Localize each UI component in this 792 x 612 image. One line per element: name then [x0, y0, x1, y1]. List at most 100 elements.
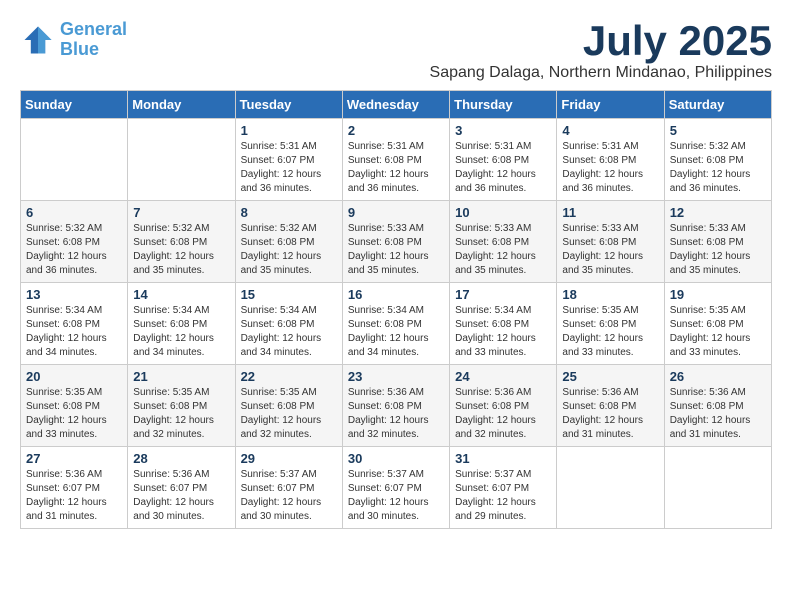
calendar-cell: 23Sunrise: 5:36 AM Sunset: 6:08 PM Dayli…: [342, 365, 449, 447]
day-info: Sunrise: 5:34 AM Sunset: 6:08 PM Dayligh…: [348, 304, 444, 360]
day-number: 19: [670, 287, 766, 302]
day-number: 27: [26, 451, 122, 466]
calendar-cell: 10Sunrise: 5:33 AM Sunset: 6:08 PM Dayli…: [450, 201, 557, 283]
day-number: 26: [670, 369, 766, 384]
day-info: Sunrise: 5:31 AM Sunset: 6:08 PM Dayligh…: [455, 140, 551, 196]
calendar-week-row: 1 Sunrise: 5:31 AM Sunset: 6:07 PM Daylig…: [21, 119, 772, 201]
day-info: Sunrise: 5:31 AM Sunset: 6:07 PM Dayligh…: [241, 140, 337, 196]
calendar-cell: 18 Sunrise: 5:35 AM Sunset: 6:08 PM Dayli…: [557, 283, 664, 365]
day-info: Sunrise: 5:35 AM Sunset: 6:08 PM Dayligh…: [26, 386, 122, 442]
calendar-cell: 8 Sunrise: 5:32 AM Sunset: 6:08 PM Daylig…: [235, 201, 342, 283]
day-info: Sunrise: 5:37 AM Sunset: 6:07 PM Dayligh…: [348, 468, 444, 524]
calendar-cell: 5 Sunrise: 5:32 AM Sunset: 6:08 PM Daylig…: [664, 119, 771, 201]
day-info: Sunrise: 5:34 AM Sunset: 6:08 PM Dayligh…: [455, 304, 551, 360]
day-info: Sunrise: 5:33 AM Sunset: 6:08 PM Dayligh…: [348, 222, 444, 278]
day-number: 7: [133, 205, 229, 220]
weekday-header-row: SundayMondayTuesdayWednesdayThursdayFrid…: [21, 91, 772, 119]
weekday-header-cell: Thursday: [450, 91, 557, 119]
day-number: 8: [241, 205, 337, 220]
logo-blue: Blue: [60, 39, 99, 59]
day-info: Sunrise: 5:36 AM Sunset: 6:07 PM Dayligh…: [26, 468, 122, 524]
calendar-cell: 11 Sunrise: 5:33 AM Sunset: 6:08 PM Dayli…: [557, 201, 664, 283]
location: Sapang Dalaga, Northern Mindanao, Philip…: [430, 64, 772, 82]
day-info: Sunrise: 5:36 AM Sunset: 6:08 PM Dayligh…: [348, 386, 444, 442]
day-info: Sunrise: 5:37 AM Sunset: 6:07 PM Dayligh…: [241, 468, 337, 524]
calendar-cell: 19 Sunrise: 5:35 AM Sunset: 6:08 PM Dayli…: [664, 283, 771, 365]
day-number: 25: [562, 369, 658, 384]
day-number: 17: [455, 287, 551, 302]
calendar-table: SundayMondayTuesdayWednesdayThursdayFrid…: [20, 90, 772, 529]
calendar-week-row: 20 Sunrise: 5:35 AM Sunset: 6:08 PM Dayli…: [21, 365, 772, 447]
day-info: Sunrise: 5:35 AM Sunset: 6:08 PM Dayligh…: [562, 304, 658, 360]
calendar-cell: 15Sunrise: 5:34 AM Sunset: 6:08 PM Dayli…: [235, 283, 342, 365]
day-info: Sunrise: 5:36 AM Sunset: 6:07 PM Dayligh…: [133, 468, 229, 524]
calendar-week-row: 13 Sunrise: 5:34 AM Sunset: 6:08 PM Dayli…: [21, 283, 772, 365]
day-info: Sunrise: 5:33 AM Sunset: 6:08 PM Dayligh…: [562, 222, 658, 278]
day-number: 28: [133, 451, 229, 466]
calendar-cell: 13 Sunrise: 5:34 AM Sunset: 6:08 PM Dayli…: [21, 283, 128, 365]
calendar-cell: 3 Sunrise: 5:31 AM Sunset: 6:08 PM Daylig…: [450, 119, 557, 201]
day-number: 3: [455, 123, 551, 138]
day-number: 20: [26, 369, 122, 384]
logo-text: General Blue: [60, 20, 127, 60]
day-info: Sunrise: 5:32 AM Sunset: 6:08 PM Dayligh…: [241, 222, 337, 278]
day-number: 21: [133, 369, 229, 384]
day-info: Sunrise: 5:34 AM Sunset: 6:08 PM Dayligh…: [26, 304, 122, 360]
day-number: 1: [241, 123, 337, 138]
day-info: Sunrise: 5:32 AM Sunset: 6:08 PM Dayligh…: [670, 140, 766, 196]
day-number: 18: [562, 287, 658, 302]
day-info: Sunrise: 5:31 AM Sunset: 6:08 PM Dayligh…: [562, 140, 658, 196]
day-number: 2: [348, 123, 444, 138]
calendar-cell: 25 Sunrise: 5:36 AM Sunset: 6:08 PM Dayli…: [557, 365, 664, 447]
day-number: 24: [455, 369, 551, 384]
title-block: July 2025 Sapang Dalaga, Northern Mindan…: [430, 20, 772, 82]
day-info: Sunrise: 5:32 AM Sunset: 6:08 PM Dayligh…: [26, 222, 122, 278]
day-number: 6: [26, 205, 122, 220]
weekday-header-cell: Monday: [128, 91, 235, 119]
page-header: General Blue July 2025 Sapang Dalaga, No…: [20, 20, 772, 82]
day-info: Sunrise: 5:31 AM Sunset: 6:08 PM Dayligh…: [348, 140, 444, 196]
calendar-cell: 12Sunrise: 5:33 AM Sunset: 6:08 PM Dayli…: [664, 201, 771, 283]
calendar-cell: 17 Sunrise: 5:34 AM Sunset: 6:08 PM Dayli…: [450, 283, 557, 365]
day-number: 5: [670, 123, 766, 138]
calendar-cell: [664, 447, 771, 529]
weekday-header-cell: Sunday: [21, 91, 128, 119]
day-info: Sunrise: 5:36 AM Sunset: 6:08 PM Dayligh…: [670, 386, 766, 442]
day-number: 31: [455, 451, 551, 466]
calendar-cell: 7Sunrise: 5:32 AM Sunset: 6:08 PM Daylig…: [128, 201, 235, 283]
day-number: 12: [670, 205, 766, 220]
weekday-header-cell: Tuesday: [235, 91, 342, 119]
day-number: 16: [348, 287, 444, 302]
day-info: Sunrise: 5:36 AM Sunset: 6:08 PM Dayligh…: [562, 386, 658, 442]
day-info: Sunrise: 5:35 AM Sunset: 6:08 PM Dayligh…: [133, 386, 229, 442]
calendar-week-row: 27 Sunrise: 5:36 AM Sunset: 6:07 PM Dayli…: [21, 447, 772, 529]
calendar-cell: 30Sunrise: 5:37 AM Sunset: 6:07 PM Dayli…: [342, 447, 449, 529]
logo-general: General: [60, 19, 127, 39]
calendar-cell: 1 Sunrise: 5:31 AM Sunset: 6:07 PM Daylig…: [235, 119, 342, 201]
day-number: 29: [241, 451, 337, 466]
day-number: 13: [26, 287, 122, 302]
day-info: Sunrise: 5:37 AM Sunset: 6:07 PM Dayligh…: [455, 468, 551, 524]
calendar-cell: 14Sunrise: 5:34 AM Sunset: 6:08 PM Dayli…: [128, 283, 235, 365]
weekday-header-cell: Friday: [557, 91, 664, 119]
logo-icon: [20, 22, 56, 58]
calendar-cell: [557, 447, 664, 529]
day-info: Sunrise: 5:36 AM Sunset: 6:08 PM Dayligh…: [455, 386, 551, 442]
day-info: Sunrise: 5:35 AM Sunset: 6:08 PM Dayligh…: [670, 304, 766, 360]
calendar-cell: 4 Sunrise: 5:31 AM Sunset: 6:08 PM Daylig…: [557, 119, 664, 201]
day-number: 22: [241, 369, 337, 384]
calendar-cell: 31 Sunrise: 5:37 AM Sunset: 6:07 PM Dayli…: [450, 447, 557, 529]
day-number: 9: [348, 205, 444, 220]
day-number: 11: [562, 205, 658, 220]
day-number: 4: [562, 123, 658, 138]
calendar-cell: 27 Sunrise: 5:36 AM Sunset: 6:07 PM Dayli…: [21, 447, 128, 529]
day-info: Sunrise: 5:34 AM Sunset: 6:08 PM Dayligh…: [241, 304, 337, 360]
calendar-cell: 24 Sunrise: 5:36 AM Sunset: 6:08 PM Dayli…: [450, 365, 557, 447]
calendar-week-row: 6 Sunrise: 5:32 AM Sunset: 6:08 PM Daylig…: [21, 201, 772, 283]
day-number: 14: [133, 287, 229, 302]
day-info: Sunrise: 5:33 AM Sunset: 6:08 PM Dayligh…: [455, 222, 551, 278]
calendar-cell: 26 Sunrise: 5:36 AM Sunset: 6:08 PM Dayli…: [664, 365, 771, 447]
calendar-body: 1 Sunrise: 5:31 AM Sunset: 6:07 PM Daylig…: [21, 119, 772, 529]
calendar-cell: 9 Sunrise: 5:33 AM Sunset: 6:08 PM Daylig…: [342, 201, 449, 283]
calendar-cell: 20 Sunrise: 5:35 AM Sunset: 6:08 PM Dayli…: [21, 365, 128, 447]
